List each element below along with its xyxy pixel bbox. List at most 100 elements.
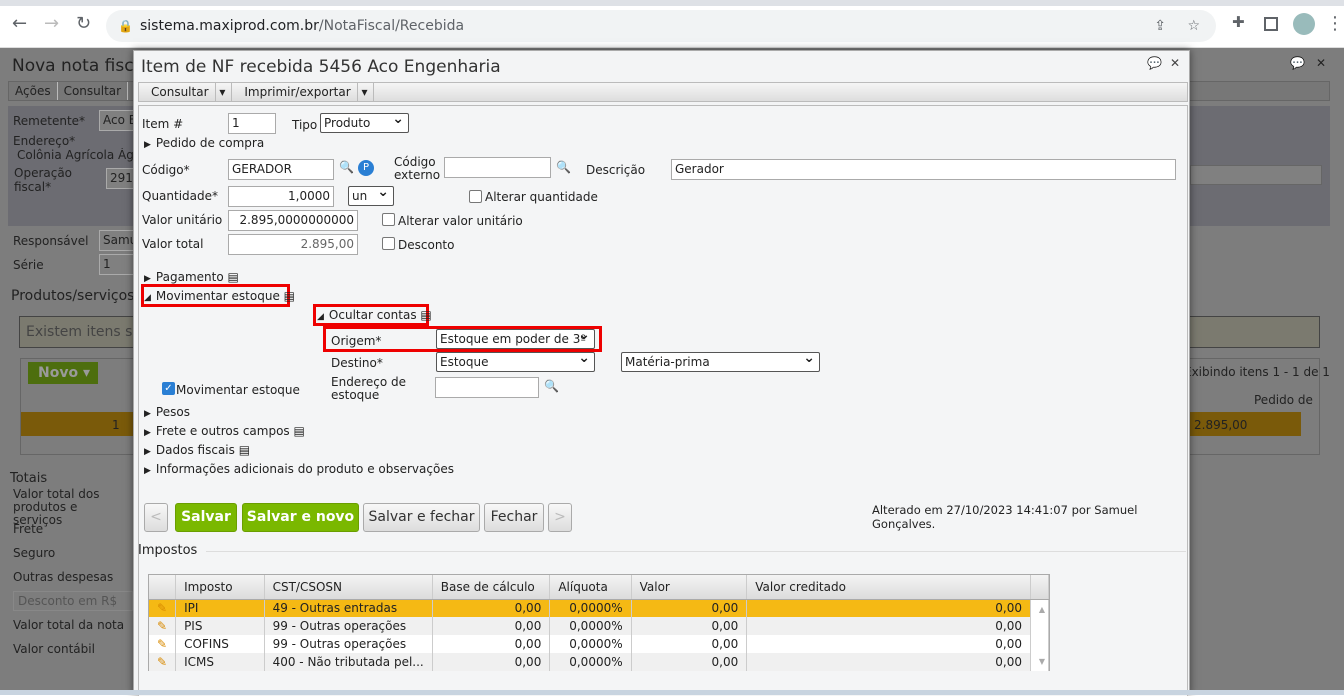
edit-icon[interactable]: ✎: [149, 653, 177, 671]
origem-select[interactable]: Estoque em poder de 3º: [436, 326, 595, 349]
valor-unitario-label: Valor unitário: [142, 213, 223, 227]
descricao-input[interactable]: Gerador: [671, 159, 1176, 180]
quantidade-input[interactable]: 1,0000: [228, 186, 334, 207]
next-button[interactable]: >: [548, 503, 572, 532]
bg-serie-label: Série: [13, 258, 44, 272]
bg-comment-icon[interactable]: 💬: [1290, 56, 1305, 70]
movimentar-estoque-label: Movimentar estoque: [176, 383, 300, 397]
tax-row[interactable]: ✎ COFINS 99 - Outras operações 0,00 0,0000% 0…: [149, 635, 1049, 653]
dialog-title: Item de NF recebida 5456 Aco Engenharia: [141, 57, 501, 77]
destino-select[interactable]: Estoque: [436, 349, 595, 372]
bg-totais-heading: Totais: [10, 471, 48, 486]
movimentar-estoque-toggle[interactable]: ◢ Movimentar estoque ▤: [144, 289, 295, 303]
search-icon[interactable]: 🔍: [339, 160, 354, 174]
bg-menu-consultar[interactable]: Consultar: [58, 82, 129, 100]
cell-cst: 400 - Não tributada pel...: [264, 653, 433, 671]
info-adicionais-toggle[interactable]: ▶ Informações adicionais do produto e obs…: [144, 462, 454, 476]
salvar-fechar-button[interactable]: Salvar e fechar: [363, 503, 480, 532]
tipo-select[interactable]: Produto: [320, 110, 409, 133]
col-valor[interactable]: Valor: [631, 575, 748, 600]
fechar-button[interactable]: Fechar: [484, 503, 544, 532]
cell-aliquota: 0,0000%: [549, 617, 632, 635]
bg-totais-outras: Outras despesas: [13, 570, 114, 584]
bg-menu-acoes[interactable]: Ações: [9, 82, 58, 100]
destino-conta-select[interactable]: Matéria-prima: [621, 349, 820, 372]
bg-col-pedido: Pedido de: [1254, 393, 1313, 407]
tax-row[interactable]: ✎ ICMS 400 - Não tributada pel... 0,00 0,000…: [149, 653, 1049, 671]
bg-row-value: 2.895,00: [1194, 418, 1248, 432]
menu-icon[interactable]: ⋮: [1326, 13, 1344, 34]
ocultar-contas-toggle[interactable]: ◢ Ocultar contas ▤: [317, 308, 432, 322]
bg-close-icon[interactable]: ✕: [1316, 56, 1326, 70]
close-icon[interactable]: ✕: [1170, 56, 1180, 70]
movimentar-estoque-checkbox[interactable]: ✓: [162, 382, 175, 395]
help-icon[interactable]: P: [358, 160, 374, 176]
salvar-button[interactable]: Salvar: [175, 503, 237, 532]
bg-row-num: 1: [112, 418, 120, 432]
url-path: /NotaFiscal/Recebida: [318, 18, 465, 34]
salvar-novo-button[interactable]: Salvar e novo: [242, 503, 359, 532]
cell-valor: 0,00: [631, 653, 748, 671]
extensions-icon[interactable]: ✚: [1232, 13, 1245, 31]
star-icon[interactable]: ☆: [1187, 10, 1200, 42]
valor-unitario-input[interactable]: 2.895,0000000000: [228, 210, 358, 231]
frete-toggle[interactable]: ▶ Frete e outros campos ▤: [144, 424, 305, 438]
codigo-input[interactable]: GERADOR: [228, 159, 334, 180]
desconto-label: Desconto: [398, 238, 455, 252]
sidepanel-icon[interactable]: [1264, 17, 1278, 31]
pesos-toggle[interactable]: ▶ Pesos: [144, 405, 190, 419]
cell-cst: 99 - Outras operações: [264, 617, 433, 635]
avatar[interactable]: [1293, 13, 1315, 35]
bg-remetente-input[interactable]: Aco E: [99, 110, 134, 131]
reload-icon[interactable]: ↻: [76, 13, 91, 34]
dados-fiscais-toggle[interactable]: ▶ Dados fiscais ▤: [144, 443, 250, 457]
filler: [1030, 617, 1049, 635]
bg-serie-input[interactable]: 1: [99, 254, 134, 275]
search-icon[interactable]: 🔍: [544, 379, 559, 393]
item-input[interactable]: 1: [228, 113, 276, 134]
back-icon[interactable]: ←: [12, 13, 27, 34]
pagamento-toggle[interactable]: ▶ Pagamento ▤: [144, 270, 239, 284]
endereco-estoque-input[interactable]: [435, 377, 539, 398]
tab-strip: [0, 0, 1344, 6]
forward-icon[interactable]: →: [44, 13, 59, 34]
bg-desconto-select[interactable]: Desconto em R$: [13, 591, 133, 611]
comment-icon[interactable]: 💬: [1147, 56, 1162, 70]
menu-consultar[interactable]: Consultar ▾: [139, 83, 233, 101]
alterar-valor-unitario-checkbox[interactable]: [382, 213, 395, 226]
edit-icon[interactable]: ✎: [149, 635, 177, 653]
desconto-checkbox[interactable]: [382, 237, 395, 250]
pedido-compra-toggle[interactable]: ▶ Pedido de compra: [144, 136, 264, 150]
edit-icon[interactable]: ✎: [149, 617, 177, 635]
cell-imposto: COFINS: [175, 635, 265, 653]
bg-operacao-input[interactable]: 2916: [106, 168, 134, 189]
cell-creditado: 0,00: [746, 653, 1032, 671]
menu-imprimir[interactable]: Imprimir/exportar ▾: [232, 83, 375, 101]
alterar-quantidade-checkbox[interactable]: [469, 190, 482, 203]
cell-creditado: 0,00: [746, 599, 1032, 617]
search-icon[interactable]: 🔍: [556, 160, 571, 174]
col-imposto[interactable]: Imposto: [175, 575, 265, 600]
edit-icon[interactable]: ✎: [149, 599, 177, 617]
address-bar[interactable]: 🔒 sistema.maxiprod.com.br/NotaFiscal/Rec…: [106, 10, 1216, 42]
previous-button[interactable]: <: [144, 503, 168, 532]
col-cst[interactable]: CST/CSOSN: [264, 575, 433, 600]
col-valor-creditado[interactable]: Valor creditado: [746, 575, 1032, 600]
col-aliquota[interactable]: Alíquota: [549, 575, 632, 600]
cell-imposto: ICMS: [175, 653, 265, 671]
codigo-label: Código*: [142, 163, 190, 177]
cell-valor: 0,00: [631, 617, 748, 635]
tax-row[interactable]: ✎ IPI 49 - Outras entradas 0,00 0,0000% 0,00 0…: [149, 599, 1049, 617]
bg-responsavel-input[interactable]: Samu: [99, 230, 134, 251]
cell-aliquota: 0,0000%: [549, 599, 632, 617]
col-base[interactable]: Base de cálculo: [432, 575, 551, 600]
codigo-externo-input[interactable]: [444, 157, 551, 178]
tax-row[interactable]: ✎ PIS 99 - Outras operações 0,00 0,0000% 0,00…: [149, 617, 1049, 635]
unidade-select[interactable]: un: [348, 183, 394, 206]
scroll-down-icon[interactable]: ▼: [1039, 657, 1045, 666]
filler: [1030, 635, 1049, 653]
scroll-up-icon[interactable]: ▲: [1039, 605, 1045, 614]
share-icon[interactable]: ⇪: [1154, 10, 1166, 42]
lock-icon: 🔒: [118, 19, 133, 33]
bg-novo-button[interactable]: Novo ▾: [28, 362, 98, 384]
